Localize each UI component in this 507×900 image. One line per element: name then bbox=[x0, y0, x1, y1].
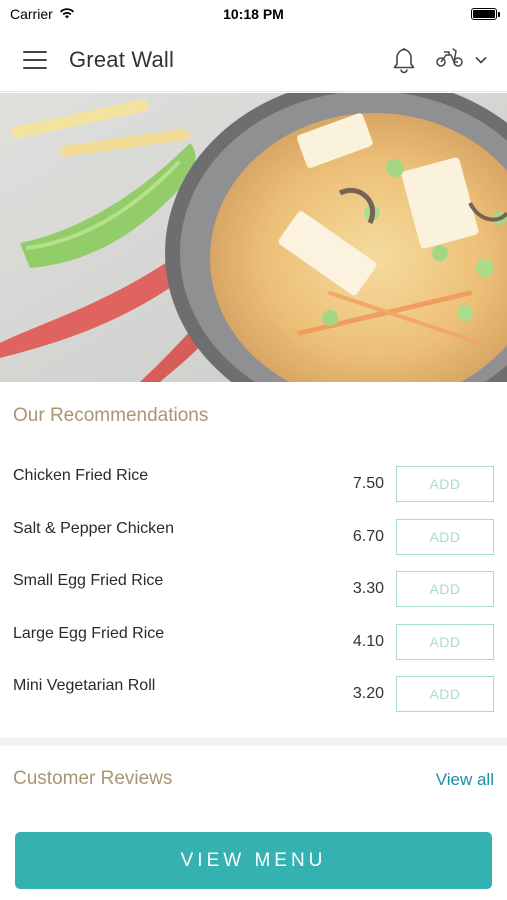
status-time: 10:18 PM bbox=[223, 6, 284, 22]
menu-icon[interactable] bbox=[23, 50, 47, 69]
item-name: Mini Vegetarian Roll bbox=[13, 677, 156, 695]
add-button[interactable]: ADD bbox=[396, 623, 494, 660]
item-name: Small Egg Fried Rice bbox=[13, 572, 164, 590]
page-title: Great Wall bbox=[69, 46, 175, 72]
item-name: Salt & Pepper Chicken bbox=[13, 519, 174, 537]
status-bar: Carrier 10:18 PM bbox=[0, 0, 507, 28]
app-header: Great Wall bbox=[0, 28, 507, 92]
scooter-icon bbox=[435, 46, 465, 73]
list-item: Mini Vegetarian Roll 3.20 ADD bbox=[0, 668, 507, 721]
item-price: 3.30 bbox=[352, 580, 384, 598]
delivery-mode-selector[interactable] bbox=[435, 46, 487, 73]
item-price: 4.10 bbox=[352, 632, 384, 650]
item-name: Large Egg Fried Rice bbox=[13, 624, 165, 642]
carrier-label: Carrier bbox=[10, 6, 53, 22]
battery-icon bbox=[471, 8, 500, 20]
header-actions bbox=[391, 46, 487, 74]
hero-image bbox=[0, 93, 507, 382]
item-name: Chicken Fried Rice bbox=[13, 467, 149, 485]
recommendations-title: Our Recommendations bbox=[13, 405, 209, 426]
status-left: Carrier bbox=[10, 6, 75, 22]
add-button[interactable]: ADD bbox=[396, 518, 494, 555]
add-button[interactable]: ADD bbox=[396, 466, 494, 503]
wifi-icon bbox=[59, 6, 75, 22]
reviews-title: Customer Reviews bbox=[13, 768, 173, 789]
item-price: 6.70 bbox=[352, 527, 384, 545]
section-divider bbox=[0, 738, 507, 746]
item-price: 7.50 bbox=[352, 475, 384, 493]
list-item: Small Egg Fried Rice 3.30 ADD bbox=[0, 563, 507, 616]
chevron-down-icon bbox=[475, 51, 487, 69]
list-item: Chicken Fried Rice 7.50 ADD bbox=[0, 458, 507, 511]
list-item: Large Egg Fried Rice 4.10 ADD bbox=[0, 616, 507, 669]
recommendations-list: Chicken Fried Rice 7.50 ADD Salt & Peppe… bbox=[0, 458, 507, 721]
view-menu-button[interactable]: VIEW MENU bbox=[15, 832, 492, 889]
item-price: 3.20 bbox=[352, 685, 384, 703]
bell-icon[interactable] bbox=[391, 46, 417, 74]
view-all-link[interactable]: View all bbox=[436, 770, 494, 790]
list-item: Salt & Pepper Chicken 6.70 ADD bbox=[0, 511, 507, 564]
add-button[interactable]: ADD bbox=[396, 571, 494, 608]
add-button[interactable]: ADD bbox=[396, 676, 494, 713]
